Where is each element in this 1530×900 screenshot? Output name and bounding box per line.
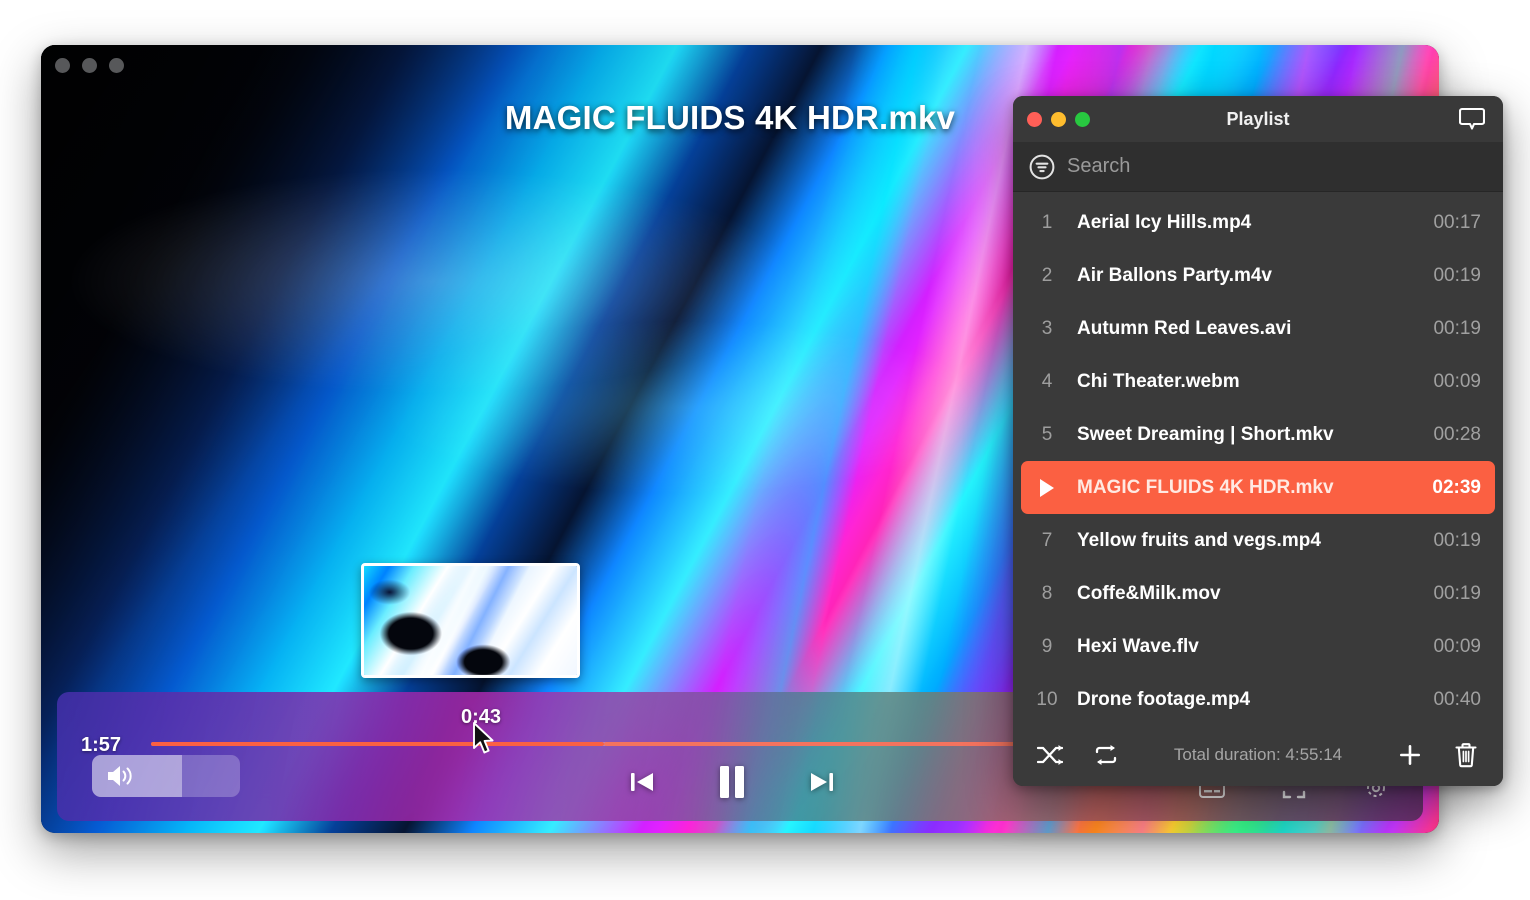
playlist-zoom-button[interactable] xyxy=(1075,111,1090,127)
playlist-row-name: Yellow fruits and vegs.mp4 xyxy=(1077,529,1321,551)
now-playing-icon xyxy=(1027,478,1067,498)
playlist-row[interactable]: 5 Sweet Dreaming | Short.mkv 00:28 xyxy=(1021,408,1495,461)
playlist-search-bar xyxy=(1013,142,1503,192)
playlist-row[interactable]: 9 Hexi Wave.flv 00:09 xyxy=(1021,620,1495,673)
playlist-row-name: Aerial Icy Hills.mp4 xyxy=(1077,211,1252,233)
playlist-row-index: 7 xyxy=(1041,529,1053,551)
playlist-row-name: Air Ballons Party.m4v xyxy=(1077,264,1273,286)
playlist-items-list[interactable]: 1 Aerial Icy Hills.mp4 00:17 2 Air Ballons P… xyxy=(1013,192,1503,724)
playlist-row-name: Sweet Dreaming | Short.mkv xyxy=(1077,423,1334,445)
playlist-row-duration: 00:28 xyxy=(1433,423,1481,445)
playlist-row-duration: 00:19 xyxy=(1433,582,1481,604)
playlist-row-duration: 00:19 xyxy=(1433,317,1481,339)
playlist-row-duration: 00:40 xyxy=(1433,688,1481,710)
playlist-row-index: 1 xyxy=(1041,211,1053,233)
playlist-close-button[interactable] xyxy=(1027,111,1042,127)
playlist-row-name: Coffe&Milk.mov xyxy=(1077,582,1221,604)
playlist-row-index: 10 xyxy=(1036,688,1058,710)
hover-time-label: 0:43 xyxy=(461,706,502,728)
minimize-button[interactable] xyxy=(82,58,97,73)
speaker-wave-icon[interactable] xyxy=(105,763,135,789)
playlist-row-index: 8 xyxy=(1041,582,1053,604)
trash-icon[interactable] xyxy=(1449,739,1483,771)
playlist-row-duration: 00:09 xyxy=(1433,370,1481,392)
playlist-row[interactable]: 8 Coffe&Milk.mov 00:19 xyxy=(1021,567,1495,620)
screen: MAGIC FLUIDS 4K HDR.mkv 1:57 0:43 Playli… xyxy=(0,0,1530,900)
playlist-titlebar[interactable]: Playlist xyxy=(1013,96,1503,142)
playlist-row-duration: 00:09 xyxy=(1433,635,1481,657)
playlist-row-duration: 00:17 xyxy=(1433,211,1481,233)
playlist-row[interactable]: 3 Autumn Red Leaves.avi 00:19 xyxy=(1021,302,1495,355)
chat-bubble-icon[interactable] xyxy=(1457,105,1487,133)
playlist-row-duration: 00:19 xyxy=(1433,264,1481,286)
seek-preview-frame xyxy=(364,566,577,675)
playlist-row[interactable]: MAGIC FLUIDS 4K HDR.mkv 02:39 xyxy=(1021,461,1495,514)
playlist-row[interactable]: 1 Aerial Icy Hills.mp4 00:17 xyxy=(1021,196,1495,249)
playlist-row-name: Autumn Red Leaves.avi xyxy=(1077,317,1292,339)
playlist-row-index: 4 xyxy=(1041,370,1053,392)
next-track-button[interactable] xyxy=(802,761,842,803)
playlist-row-name: MAGIC FLUIDS 4K HDR.mkv xyxy=(1077,476,1334,498)
playlist-row-index: 2 xyxy=(1041,264,1053,286)
search-input[interactable] xyxy=(1067,155,1487,178)
playlist-row-index: 3 xyxy=(1041,317,1053,339)
close-button[interactable] xyxy=(55,58,70,73)
filter-circle-icon[interactable] xyxy=(1029,154,1055,180)
player-traffic-lights xyxy=(55,58,124,73)
pause-button[interactable] xyxy=(712,761,752,803)
repeat-icon[interactable] xyxy=(1089,739,1123,771)
playlist-row[interactable]: 7 Yellow fruits and vegs.mp4 00:19 xyxy=(1021,514,1495,567)
playlist-row-name: Drone footage.mp4 xyxy=(1077,688,1251,710)
time-remaining-label: 1:57 xyxy=(81,734,122,756)
zoom-button[interactable] xyxy=(109,58,124,73)
seek-bar-progress xyxy=(151,742,604,746)
transport-controls xyxy=(622,761,842,803)
playlist-minimize-button[interactable] xyxy=(1051,111,1066,127)
shuffle-icon[interactable] xyxy=(1033,739,1067,771)
playlist-traffic-lights xyxy=(1027,111,1090,127)
playlist-row[interactable]: 2 Air Ballons Party.m4v 00:19 xyxy=(1021,249,1495,302)
volume-slider[interactable] xyxy=(92,755,240,797)
playlist-row-name: Hexi Wave.flv xyxy=(1077,635,1199,657)
plus-icon[interactable] xyxy=(1393,739,1427,771)
playlist-row-name: Chi Theater.webm xyxy=(1077,370,1240,392)
playlist-window: Playlist 1 Aerial Icy Hills.mp4 00:17 2 Air … xyxy=(1013,96,1503,786)
playlist-row-duration: 00:19 xyxy=(1433,529,1481,551)
playlist-row-index: 5 xyxy=(1041,423,1053,445)
playlist-row-index: 9 xyxy=(1041,635,1053,657)
total-duration-label: Total duration: 4:55:14 xyxy=(1173,745,1343,764)
playlist-footer: Total duration: 4:55:14 xyxy=(1013,724,1503,786)
seek-preview-thumbnail xyxy=(361,563,580,678)
playlist-row[interactable]: 10 Drone footage.mp4 00:40 xyxy=(1021,673,1495,724)
previous-track-button[interactable] xyxy=(622,761,662,803)
playlist-row[interactable]: 4 Chi Theater.webm 00:09 xyxy=(1021,355,1495,408)
playlist-row-duration: 02:39 xyxy=(1432,476,1481,498)
